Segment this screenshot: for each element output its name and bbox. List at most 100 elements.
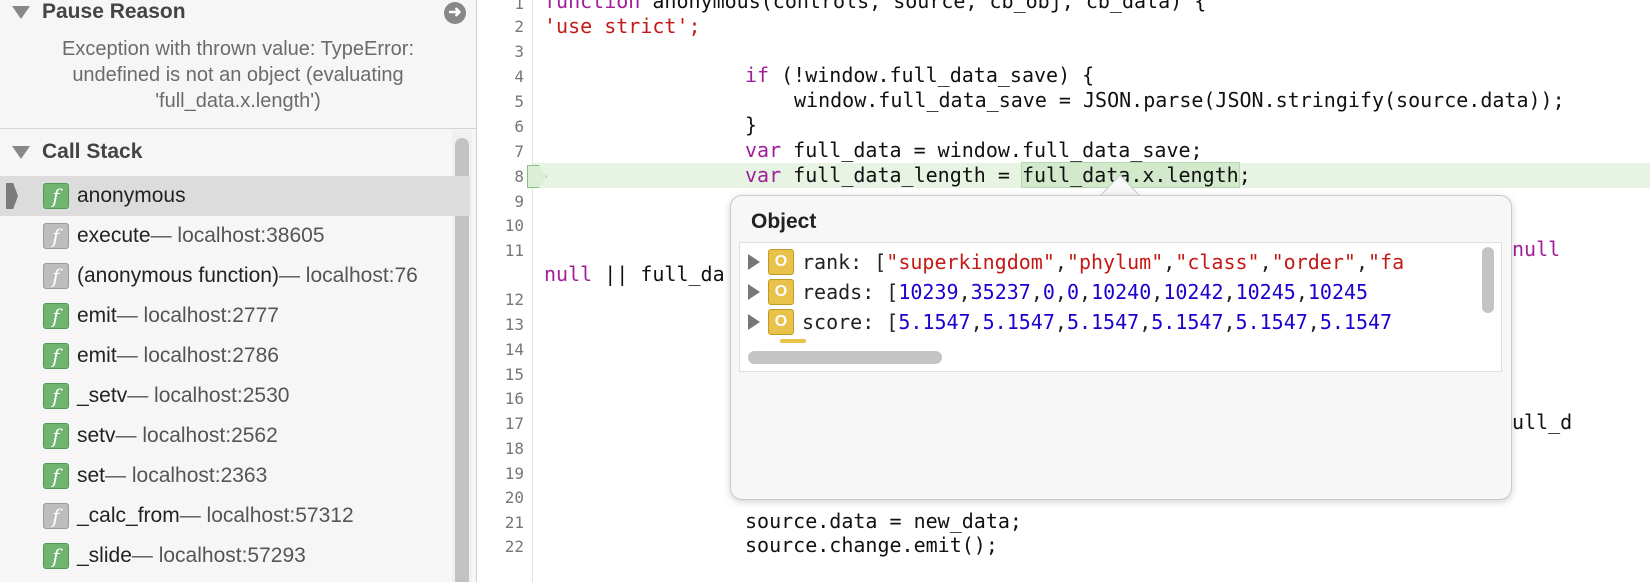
line-number[interactable]: 18 — [484, 439, 524, 458]
line-number[interactable]: 6 — [484, 117, 524, 136]
stack-frame[interactable]: f _calc_from — localhost:57312 — [0, 496, 470, 536]
line-number[interactable]: 22 — [484, 537, 524, 556]
code-token: (!window.full_data_save) { — [769, 63, 1095, 87]
function-icon: f — [43, 343, 69, 369]
property-punctuation: , — [958, 280, 971, 304]
function-icon: f — [43, 463, 69, 489]
code-line: var full_data_length = full_data.x.lengt… — [745, 162, 1251, 188]
property-value: 10245 — [1307, 280, 1369, 304]
code-line: function anonymous(controls, source, cb_… — [544, 0, 1206, 13]
property-value: 5.1547 — [1066, 310, 1140, 334]
line-number[interactable]: 20 — [484, 488, 524, 507]
line-number[interactable]: 13 — [484, 315, 524, 334]
property-punctuation: , — [1223, 310, 1236, 334]
line-number[interactable]: 19 — [484, 464, 524, 483]
stack-frame[interactable]: f _slide — localhost:57293 — [0, 536, 470, 576]
function-icon: f — [43, 303, 69, 329]
frame-location: — localhost:2363 — [105, 464, 268, 487]
line-number[interactable]: 15 — [484, 365, 524, 384]
line-number[interactable]: 2 — [484, 17, 524, 36]
popover-vertical-scrollbar-thumb[interactable] — [1482, 247, 1494, 313]
active-frame-marker-icon — [6, 183, 18, 209]
code-token: function — [544, 0, 641, 13]
code-token: ; — [1238, 163, 1251, 187]
line-number[interactable]: 3 — [484, 42, 524, 61]
object-property-row[interactable]: O reads: [10239, 35237, 0, 0, 10240, 102… — [748, 277, 1368, 307]
line-number[interactable]: 17 — [484, 414, 524, 433]
stack-frame[interactable]: f (anonymous function) — localhost:76 — [0, 256, 470, 296]
popover-horizontal-scrollbar-thumb[interactable] — [748, 351, 942, 364]
line-number-gutter[interactable]: 1 2 3 4 5 6 7 8 9 10 11 12 13 14 15 16 1… — [477, 0, 533, 582]
object-properties-panel[interactable]: O rank: ["superkingdom", "phylum", "clas… — [739, 242, 1502, 372]
disclosure-triangle-icon[interactable] — [12, 5, 30, 19]
property-value: 5.1547 — [1235, 310, 1308, 334]
go-to-arrow-icon[interactable]: ➜ — [444, 2, 466, 24]
line-number[interactable]: 11 — [484, 241, 524, 260]
object-property-icon: O — [768, 309, 794, 335]
property-value: 5.1547 — [982, 310, 1055, 334]
function-icon: f — [43, 423, 69, 449]
line-number[interactable]: 5 — [484, 92, 524, 111]
code-token: var — [745, 163, 782, 187]
property-value: 5.1547 — [898, 310, 971, 334]
property-value: 10239 — [898, 280, 959, 304]
stack-frame-selected[interactable]: f anonymous — [0, 176, 470, 216]
frame-location: — localhost:57312 — [179, 504, 354, 527]
expand-triangle-icon[interactable] — [748, 254, 760, 270]
frame-name: _setv — [77, 384, 128, 407]
line-number[interactable]: 14 — [484, 340, 524, 359]
code-token: window.full_data_save = JSON.parse(JSON.… — [794, 88, 1565, 112]
expand-triangle-icon[interactable] — [748, 314, 760, 330]
code-line: null — [1512, 237, 1560, 261]
code-line: null || full_da — [544, 262, 725, 286]
code-token: full_data_length = — [781, 163, 1022, 187]
frame-location: — localhost:2530 — [127, 384, 290, 407]
code-line: window.full_data_save = JSON.parse(JSON.… — [794, 88, 1565, 112]
frame-name: emit — [77, 304, 117, 327]
line-number[interactable]: 10 — [484, 216, 524, 235]
code-line: 'use strict'; — [544, 14, 701, 38]
code-line: if (!window.full_data_save) { — [745, 63, 1094, 87]
stack-frame[interactable]: f execute — localhost:38605 — [0, 216, 470, 256]
object-property-icon: O — [768, 249, 794, 275]
pause-message-line: 'full_data.x.length') — [155, 90, 321, 112]
pause-reason-message: Exception with thrown value: TypeError: … — [20, 36, 456, 114]
property-key: reads — [802, 280, 863, 304]
property-punctuation: , — [1054, 310, 1067, 334]
property-value: "phylum" — [1066, 250, 1164, 274]
stack-frame[interactable]: f set — localhost:2363 — [0, 456, 470, 496]
property-punctuation: , — [1355, 250, 1368, 274]
stack-frame[interactable]: f emit — localhost:2786 — [0, 336, 470, 376]
line-number[interactable]: 7 — [484, 142, 524, 161]
line-number[interactable]: 8 — [484, 167, 524, 186]
property-punctuation: : [ — [862, 280, 899, 304]
code-token: ull_d — [1512, 410, 1573, 434]
property-value: "class" — [1175, 250, 1260, 274]
stack-frame[interactable]: f setv — localhost:2562 — [0, 416, 470, 456]
line-number[interactable]: 21 — [484, 513, 524, 532]
line-number[interactable]: 16 — [484, 389, 524, 408]
line-number[interactable]: 12 — [484, 290, 524, 309]
object-property-icon: O — [768, 279, 794, 305]
pause-reason-header[interactable]: Pause Reason ➜ — [0, 0, 476, 30]
function-icon: f — [43, 223, 69, 249]
code-token: if — [745, 63, 770, 87]
code-token: full_data = window.full_data_save; — [781, 138, 1203, 162]
object-preview-popover[interactable]: Object O rank: ["superkingdom", "phylum"… — [730, 195, 1512, 500]
object-property-row[interactable]: O rank: ["superkingdom", "phylum", "clas… — [748, 247, 1404, 277]
stack-frame[interactable]: f _setv — localhost:2530 — [0, 376, 470, 416]
property-value: "order" — [1271, 250, 1356, 274]
call-stack-header[interactable]: Call Stack — [0, 134, 476, 170]
property-punctuation: , — [1259, 250, 1272, 274]
pause-message-line: Exception with thrown value: TypeError: — [61, 38, 415, 60]
stack-frame[interactable]: f emit — localhost:2777 — [0, 296, 470, 336]
disclosure-triangle-icon[interactable] — [12, 145, 30, 159]
object-property-row[interactable]: O score: [5.1547, 5.1547, 5.1547, 5.1547… — [748, 307, 1392, 337]
pause-message-line: undefined is not an object (evaluating — [72, 64, 404, 86]
property-punctuation: , — [1139, 310, 1152, 334]
line-number[interactable]: 9 — [484, 192, 524, 211]
source-editor[interactable]: 1 2 3 4 5 6 7 8 9 10 11 12 13 14 15 16 1… — [477, 0, 1650, 582]
line-number[interactable]: 4 — [484, 67, 524, 86]
expand-triangle-icon[interactable] — [748, 284, 760, 300]
line-number[interactable]: 1 — [484, 0, 524, 13]
